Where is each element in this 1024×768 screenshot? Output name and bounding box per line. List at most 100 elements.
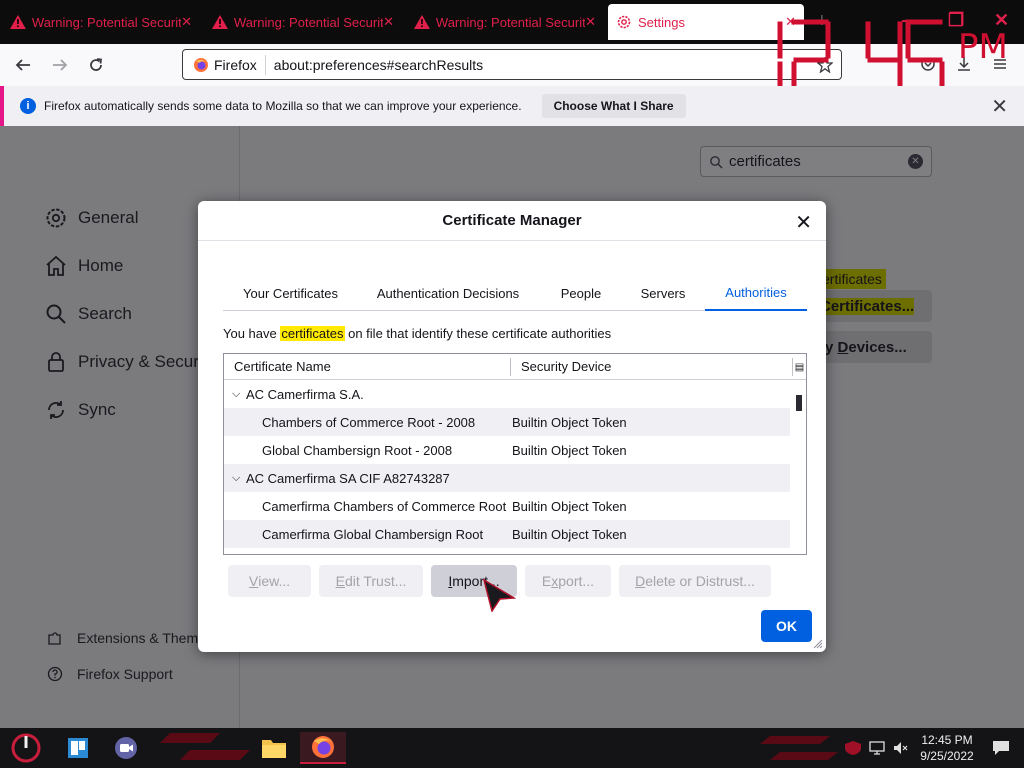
chevron-down-icon[interactable]: ⌵ bbox=[232, 388, 240, 401]
sync-icon bbox=[48, 401, 64, 419]
shield-icon[interactable] bbox=[844, 740, 862, 756]
row-name: Chambers of Commerce Root - 2008 bbox=[262, 414, 476, 430]
category-sync[interactable]: Sync bbox=[44, 398, 116, 422]
column-security-device[interactable]: Security Device bbox=[521, 359, 611, 374]
taskbar-date: 9/25/2022 bbox=[920, 749, 974, 763]
category-label: Home bbox=[78, 256, 124, 275]
category-privacy[interactable]: Privacy & Security bbox=[44, 350, 216, 374]
resize-grip-icon[interactable] bbox=[813, 639, 823, 649]
close-tab-icon[interactable]: ✕ bbox=[383, 14, 394, 30]
volume-muted-icon[interactable] bbox=[892, 740, 908, 756]
firefox-taskbar-button[interactable] bbox=[300, 732, 346, 764]
row-device: Builtin Object Token bbox=[512, 414, 627, 430]
url-separator bbox=[264, 54, 266, 75]
tree-scrollbar[interactable] bbox=[792, 381, 806, 554]
export-button[interactable]: Ex port... bbox=[525, 565, 611, 597]
tree-row-group[interactable]: ⌵ AC Camerfirma SA CIF A82743287 bbox=[224, 464, 790, 492]
meet-button[interactable] bbox=[108, 732, 144, 764]
reload-button[interactable] bbox=[83, 52, 109, 78]
search-icon bbox=[710, 155, 723, 168]
close-tab-icon[interactable]: ✕ bbox=[785, 14, 796, 30]
clear-search-icon[interactable]: ✕ bbox=[908, 154, 923, 169]
certificate-tree[interactable]: Certificate Name Security Device ▤ ⌵ AC … bbox=[223, 353, 807, 555]
close-dialog-icon[interactable]: ✕ bbox=[795, 210, 812, 235]
tree-row[interactable]: Global Chambersign Root - 2008 Builtin O… bbox=[224, 436, 790, 464]
authorities-description: You have certificates on file that ident… bbox=[223, 326, 611, 341]
search-icon bbox=[46, 304, 66, 324]
import-button[interactable]: Import... bbox=[431, 565, 517, 597]
tab-warning-2[interactable]: Warning: Potential Security Risk Ahead ✕ bbox=[204, 4, 402, 40]
choose-what-i-share-button[interactable]: Choose What I Share bbox=[541, 94, 686, 118]
start-button[interactable] bbox=[6, 732, 46, 764]
category-search[interactable]: Search bbox=[44, 302, 132, 326]
edit-trust-button[interactable]: Edit Trust... bbox=[319, 565, 423, 597]
row-name: Global Chambersign Root - 2008 bbox=[262, 442, 453, 458]
tab-authentication-decisions[interactable]: Authentication Decisions bbox=[366, 275, 530, 311]
tree-row[interactable]: Chambers of Commerce Root - 2008 Builtin… bbox=[224, 408, 790, 436]
column-splitter[interactable] bbox=[510, 358, 511, 376]
close-window-button[interactable]: ✕ bbox=[994, 10, 1009, 31]
category-home[interactable]: Home bbox=[44, 254, 123, 278]
tab-servers[interactable]: Servers bbox=[628, 275, 698, 311]
task-view-button[interactable] bbox=[60, 732, 96, 764]
footer-label: Firefox Support bbox=[77, 666, 173, 682]
menu-icon[interactable] bbox=[992, 56, 1008, 72]
column-picker-icon[interactable]: ▤ bbox=[792, 358, 806, 376]
network-icon[interactable] bbox=[868, 740, 886, 756]
view-button[interactable]: View... bbox=[228, 565, 311, 597]
pocket-icon[interactable] bbox=[920, 56, 936, 72]
view-certificates-button[interactable]: Certificates... bbox=[810, 290, 932, 322]
delete-or-distrust-button[interactable]: Delete or Distrust... bbox=[619, 565, 771, 597]
restore-button[interactable]: ❐ bbox=[948, 10, 964, 31]
firefox-logo-icon bbox=[194, 57, 208, 72]
minimize-button[interactable]: — bbox=[902, 10, 920, 31]
ok-button[interactable]: OK bbox=[761, 610, 812, 642]
row-name: AC Camerfirma SA CIF A82743287 bbox=[246, 470, 450, 486]
file-explorer-button[interactable] bbox=[254, 732, 294, 764]
forward-button[interactable] bbox=[47, 52, 73, 78]
address-bar[interactable]: Firefox about:preferences#searchResults bbox=[182, 49, 842, 80]
category-general[interactable]: General bbox=[44, 206, 138, 230]
tab-people[interactable]: People bbox=[548, 275, 614, 311]
tree-row[interactable]: Camerfirma Global Chambersign Root Built… bbox=[224, 520, 790, 548]
tab-warning-3[interactable]: Warning: Potential Security Risk Ahead ✕ bbox=[406, 4, 604, 40]
url-text[interactable]: about:preferences#searchResults bbox=[274, 57, 483, 73]
extensions-themes-link[interactable]: Extensions & Themes bbox=[47, 630, 213, 646]
taskbar-decoration-graphic bbox=[160, 733, 250, 760]
row-device: Builtin Object Token bbox=[512, 498, 627, 514]
downloads-icon[interactable] bbox=[956, 56, 972, 72]
chevron-down-icon[interactable]: ⌵ bbox=[232, 472, 240, 485]
notification-center-icon[interactable] bbox=[992, 740, 1010, 756]
taskbar-clock[interactable]: 12:45 PM 9/25/2022 bbox=[912, 732, 982, 764]
security-devices-button[interactable]: ty Devices... bbox=[810, 331, 932, 363]
firefox-support-link[interactable]: Firefox Support bbox=[47, 666, 173, 682]
tab-authorities[interactable]: Authorities bbox=[705, 275, 807, 311]
tab-settings[interactable]: Settings ✕ bbox=[608, 4, 804, 40]
bookmark-star-icon[interactable] bbox=[817, 57, 833, 73]
tab-warning-1[interactable]: Warning: Potential Security Risk Ahead ✕ bbox=[2, 4, 200, 40]
scrollbar-thumb[interactable] bbox=[796, 395, 802, 411]
column-certificate-name[interactable]: Certificate Name bbox=[234, 359, 331, 374]
info-icon: i bbox=[20, 98, 36, 114]
tree-row[interactable]: Camerfirma Chambers of Commerce Root Bui… bbox=[224, 492, 790, 520]
close-tab-icon[interactable]: ✕ bbox=[181, 14, 192, 30]
warning-icon bbox=[212, 15, 228, 29]
taskbar-time: 12:45 PM bbox=[921, 733, 973, 747]
navigation-toolbar: Firefox about:preferences#searchResults bbox=[0, 44, 1024, 86]
back-button[interactable] bbox=[10, 52, 36, 78]
new-tab-button[interactable]: + bbox=[816, 10, 828, 33]
row-name: AC Camerfirma S.A. bbox=[246, 386, 364, 402]
back-arrow-icon bbox=[15, 59, 30, 71]
footer-label: Extensions & Themes bbox=[77, 630, 213, 646]
close-tab-icon[interactable]: ✕ bbox=[585, 14, 596, 30]
import-label: mport... bbox=[452, 573, 500, 589]
tab-your-certificates[interactable]: Your Certificates bbox=[223, 275, 358, 311]
view-certificates-label: Certificates... bbox=[820, 297, 915, 315]
identity-label: Firefox bbox=[214, 56, 257, 73]
preferences-search-input[interactable]: certificates ✕ bbox=[700, 146, 932, 177]
video-call-icon bbox=[115, 737, 137, 759]
gear-icon bbox=[46, 208, 66, 228]
close-notification-icon[interactable]: ✕ bbox=[991, 94, 1008, 119]
taskbar: 12:45 PM 9/25/2022 bbox=[0, 728, 1024, 768]
tree-row-group[interactable]: ⌵ AC Camerfirma S.A. bbox=[224, 380, 790, 408]
